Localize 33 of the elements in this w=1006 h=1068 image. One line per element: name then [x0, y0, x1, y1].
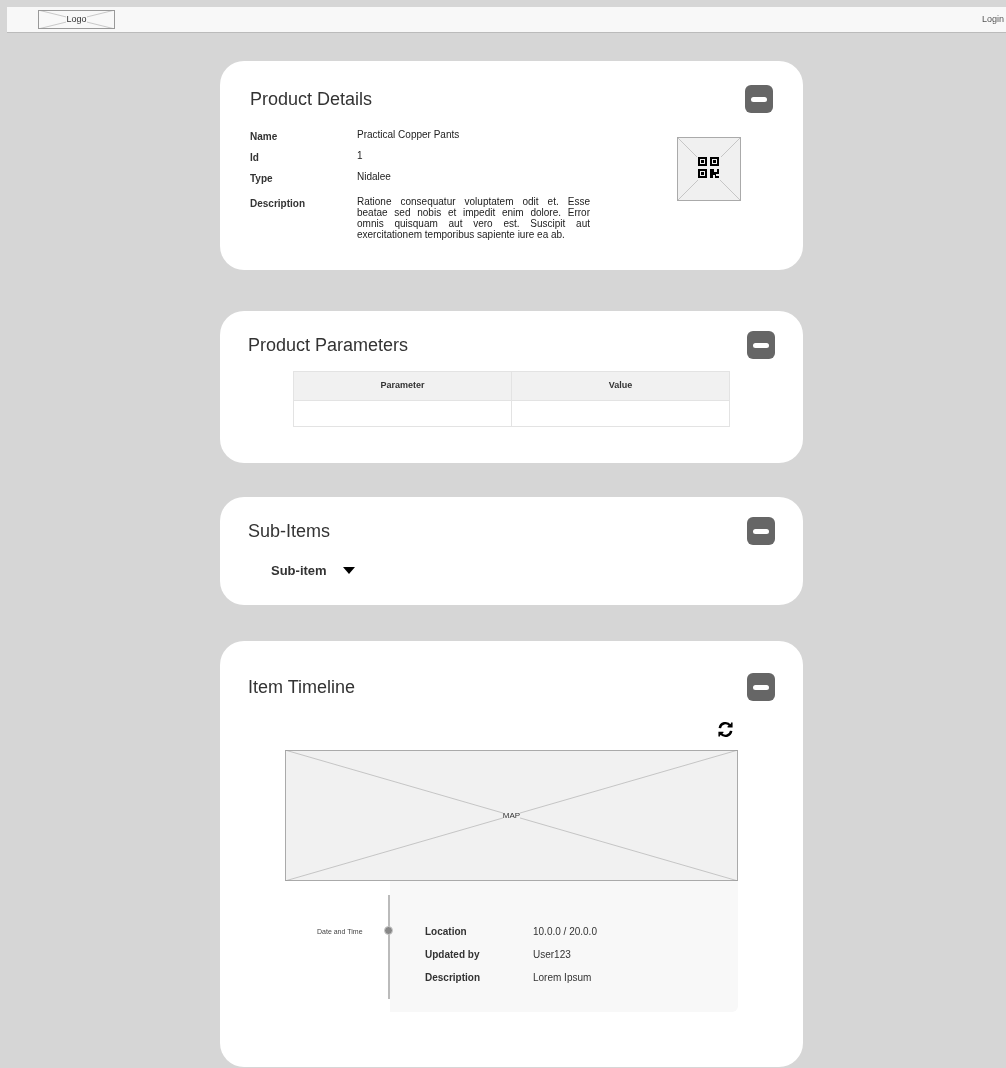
minus-icon: [753, 684, 769, 690]
field-value: 10.0.0 / 20.0.0: [533, 925, 597, 939]
field-label: Description: [250, 197, 306, 211]
refresh-icon[interactable]: [717, 721, 734, 738]
collapse-button[interactable]: [747, 517, 775, 545]
section-title: Sub-Items: [248, 519, 331, 543]
field-label: Location: [425, 925, 468, 939]
section-title: Product Details: [250, 87, 373, 111]
minus-icon: [753, 528, 769, 534]
field-label: Updated by: [425, 948, 481, 962]
collapse-button[interactable]: [745, 85, 773, 113]
section-title: Product Parameters: [248, 333, 409, 357]
caret-down-icon: [342, 566, 355, 575]
collapse-button[interactable]: [747, 673, 775, 701]
field-label: Description: [425, 971, 481, 985]
section-title: Item Timeline: [248, 675, 356, 699]
minus-icon: [751, 96, 767, 102]
field-value: Lorem Ipsum: [533, 971, 592, 985]
column-header: Parameter: [379, 379, 426, 392]
field-value: Practical Copper Pants: [357, 129, 461, 142]
field-value: 1: [357, 150, 364, 163]
collapse-button[interactable]: [747, 331, 775, 359]
field-value: Ratione consequatur voluptatem odit et. Esse beatae sed nobis et impedit enim dolore. Error omnis quisquam aut vero est. Suscipit aut exercitationem temporibus sapiente iure ea ab.: [357, 196, 590, 240]
field-value: Nidalee: [357, 171, 392, 184]
field-label: Id: [250, 151, 260, 165]
field-label: Type: [250, 172, 274, 186]
field-value: User123: [533, 948, 571, 962]
qr-code-icon: [697, 156, 721, 180]
sub-item-toggle[interactable]: Sub-item: [271, 561, 355, 581]
minus-icon: [753, 342, 769, 348]
field-label: Name: [250, 130, 279, 144]
login-link[interactable]: Login: [981, 12, 1004, 27]
column-header: Value: [511, 372, 729, 400]
